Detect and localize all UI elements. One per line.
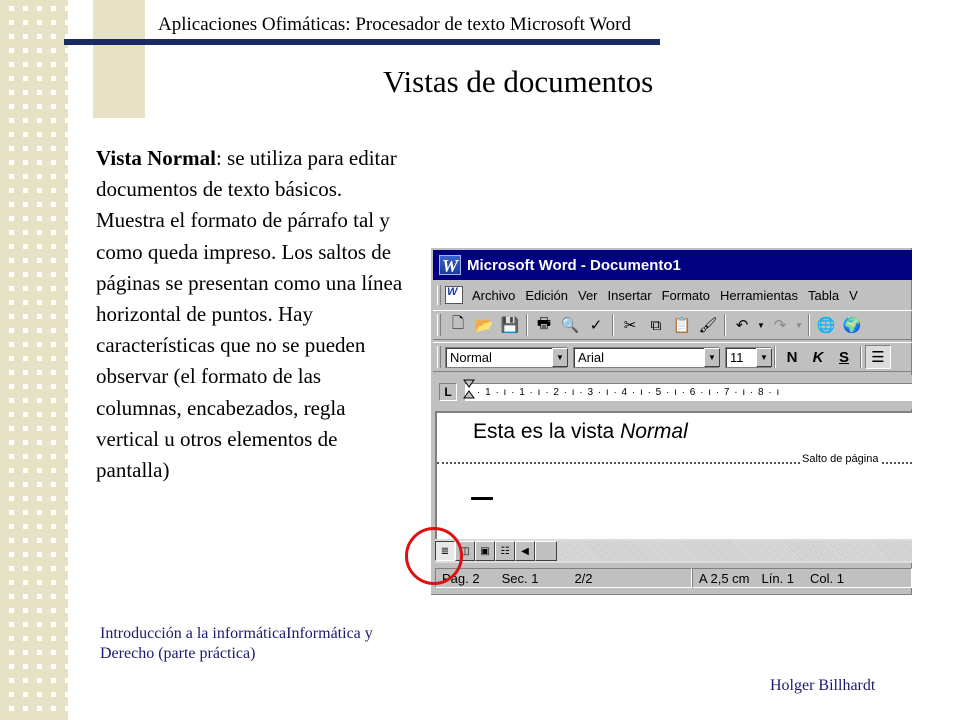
undo-icon[interactable]: ↶ xyxy=(729,313,755,337)
document-text-plain: Esta es la vista xyxy=(473,420,621,443)
slide-body: Vista Normal: se utiliza para editar doc… xyxy=(96,143,411,486)
scroll-thumb[interactable] xyxy=(535,541,557,561)
status-section: Sec. 1 xyxy=(501,570,539,586)
body-description: : se utiliza para editar documentos de t… xyxy=(96,146,403,483)
format-painter-icon[interactable]: 🖌 xyxy=(695,313,721,337)
style-select[interactable]: Normal ▼ xyxy=(445,346,568,368)
document-icon[interactable] xyxy=(445,286,463,304)
text-cursor xyxy=(471,497,493,500)
menu-bar: Archivo Edición Ver Insertar Formato Her… xyxy=(433,282,912,308)
new-document-icon[interactable]: 🗋 xyxy=(445,313,471,337)
window-title: Microsoft Word - Documento1 xyxy=(467,256,681,274)
web-toolbar-icon[interactable]: 🌍 xyxy=(839,313,865,337)
menu-insertar[interactable]: Insertar xyxy=(603,288,657,303)
menu-formato[interactable]: Formato xyxy=(657,288,715,303)
print-icon[interactable]: 🖶 xyxy=(531,313,557,337)
word-logo-icon: W xyxy=(439,255,461,276)
body-bold-term: Vista Normal xyxy=(96,146,216,170)
document-area[interactable]: Esta es la vista Normal Salto de página xyxy=(435,411,912,539)
accent-line xyxy=(64,39,660,45)
undo-dropdown-icon[interactable]: ▼ xyxy=(755,313,767,337)
menu-herramientas[interactable]: Herramientas xyxy=(715,288,803,303)
horizontal-ruler[interactable]: · 1 · ı · 1 · ı · 2 · ı · 3 · ı · 4 · ı … xyxy=(465,383,912,401)
cut-icon[interactable]: ✂ xyxy=(617,313,643,337)
chevron-down-icon[interactable]: ▼ xyxy=(552,347,568,367)
ruler-marks: · 1 · ı · 1 · ı · 2 · ı · 3 · ı · 4 · ı … xyxy=(477,387,781,398)
menu-ver[interactable]: Ver xyxy=(573,288,603,303)
status-page-section: Pág. 2 Sec. 1 2/2 xyxy=(435,568,692,588)
style-value: Normal xyxy=(450,349,492,365)
redo-icon[interactable]: ↷ xyxy=(767,313,793,337)
tab-selector[interactable]: L xyxy=(439,383,457,401)
paste-icon[interactable]: 📋 xyxy=(669,313,695,337)
status-position: A 2,5 cm Lín. 1 Col. 1 xyxy=(691,568,912,588)
outline-view-icon[interactable]: ☷ xyxy=(495,541,515,561)
toolbar-separator xyxy=(808,314,810,336)
status-line: Lín. 1 xyxy=(761,570,795,586)
font-select[interactable]: Arial ▼ xyxy=(573,346,720,368)
copy-icon[interactable]: ⧉ xyxy=(643,313,669,337)
standard-toolbar: 🗋 📂 💾 🖶 🔍 ✓ ✂ ⧉ 📋 🖌 ↶ ▼ ↷ ▼ 🌐 🌍 xyxy=(433,310,912,340)
font-size-value: 11 xyxy=(730,349,744,365)
save-icon[interactable]: 💾 xyxy=(497,313,523,337)
font-value: Arial xyxy=(578,349,605,365)
status-at: A 2,5 cm xyxy=(698,570,750,586)
normal-view-highlight-circle xyxy=(405,527,463,585)
chevron-down-icon[interactable]: ▼ xyxy=(704,347,720,367)
menu-grip xyxy=(437,285,441,305)
slide-header: Aplicaciones Ofimáticas: Procesador de t… xyxy=(158,14,631,35)
word-window-screenshot: W Microsoft Word - Documento1 Archivo Ed… xyxy=(429,246,912,595)
bold-button[interactable]: N xyxy=(779,345,805,369)
accent-block xyxy=(93,0,145,118)
footer-author: Holger Billhardt xyxy=(770,677,876,694)
document-text-italic: Normal xyxy=(620,420,688,443)
document-text: Esta es la vista Normal xyxy=(473,420,688,444)
redo-dropdown-icon[interactable]: ▼ xyxy=(793,313,805,337)
open-folder-icon[interactable]: 📂 xyxy=(471,313,497,337)
page-break-label: Salto de página xyxy=(800,453,881,465)
font-size-select[interactable]: 11 ▼ xyxy=(725,346,772,368)
toolbar-separator xyxy=(860,346,862,368)
status-bar: Pág. 2 Sec. 1 2/2 A 2,5 cm Lín. 1 Col. 1 xyxy=(435,567,912,589)
toolbar-separator xyxy=(774,346,776,368)
footer-course: Introducción a la informáticaInformática… xyxy=(100,625,373,662)
toolbar-separator xyxy=(612,314,614,336)
toolbar-grip xyxy=(437,346,441,368)
view-buttons-scrollbar: ≣ ◫ ▣ ☷ ◀ xyxy=(435,539,912,563)
ruler-area: L · 1 · ı · 1 · ı · 2 · ı · 3 · ı · 4 · … xyxy=(433,375,912,409)
italic-button[interactable]: K xyxy=(805,345,831,369)
menu-tabla[interactable]: Tabla xyxy=(803,288,844,303)
window-titlebar: W Microsoft Word - Documento1 xyxy=(433,250,912,280)
formatting-toolbar: Normal ▼ Arial ▼ 11 ▼ N K S ☰ xyxy=(433,342,912,372)
hyperlink-icon[interactable]: 🌐 xyxy=(813,313,839,337)
slide-title: Vistas de documentos xyxy=(383,64,654,99)
menu-ventana[interactable]: V xyxy=(844,288,863,303)
toolbar-separator xyxy=(526,314,528,336)
chevron-down-icon[interactable]: ▼ xyxy=(756,347,772,367)
indent-marker-icon[interactable] xyxy=(463,379,475,401)
toolbar-grip xyxy=(437,314,441,336)
status-col: Col. 1 xyxy=(810,570,844,586)
left-woven-decoration xyxy=(0,0,68,720)
horizontal-scrollbar-track[interactable] xyxy=(557,541,912,561)
underline-button[interactable]: S xyxy=(831,345,857,369)
status-pages: 2/2 xyxy=(574,570,593,586)
scroll-left-icon[interactable]: ◀ xyxy=(515,541,535,561)
spelling-icon[interactable]: ✓ xyxy=(583,313,609,337)
align-left-icon[interactable]: ☰ xyxy=(865,345,891,369)
menu-archivo[interactable]: Archivo xyxy=(467,288,520,303)
print-preview-icon[interactable]: 🔍 xyxy=(557,313,583,337)
print-layout-view-icon[interactable]: ▣ xyxy=(475,541,495,561)
toolbar-separator xyxy=(724,314,726,336)
menu-edicion[interactable]: Edición xyxy=(520,288,573,303)
